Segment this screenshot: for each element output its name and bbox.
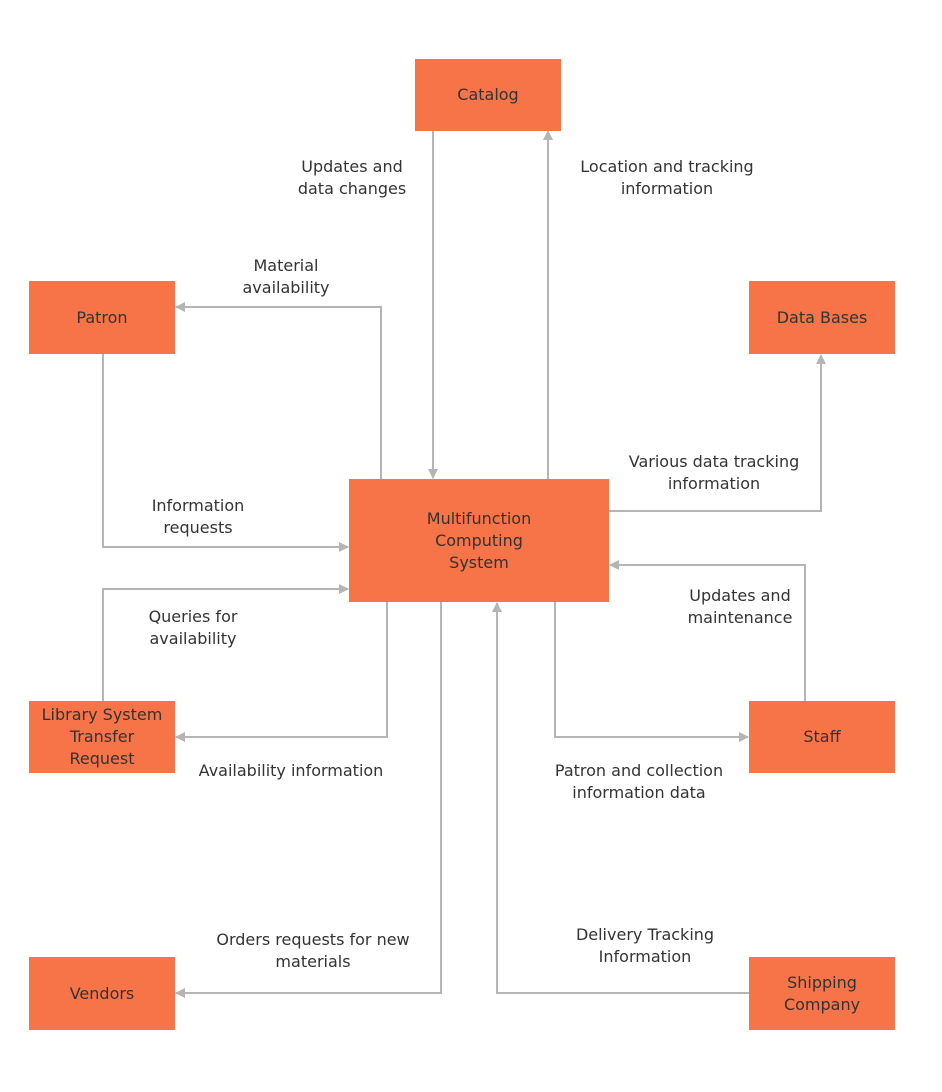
edge-label-updates-maintenance: Updates and maintenance: [687, 586, 793, 627]
edge-label-delivery-tracking: Delivery Tracking Information: [575, 925, 715, 966]
edge-label-updates-data-changes: Updates and data changes: [297, 157, 407, 198]
edge-label-location-tracking: Location and tracking information: [580, 157, 754, 198]
node-central-system[interactable]: Multifunction Computing System: [349, 479, 609, 602]
edge-label-information-requests: Information requests: [151, 496, 245, 537]
node-shipping[interactable]: Shipping Company: [749, 957, 895, 1030]
edge-label-patron-collection-data: Patron and collection information data: [554, 761, 724, 802]
edge-label-material-availability: Material availability: [242, 256, 330, 297]
node-databases[interactable]: Data Bases: [749, 281, 895, 354]
node-catalog[interactable]: Catalog: [415, 59, 561, 131]
node-vendors[interactable]: Vendors: [29, 957, 175, 1030]
edge-label-orders-requests: Orders requests for new materials: [216, 930, 410, 971]
node-staff[interactable]: Staff: [749, 701, 895, 773]
edge-label-various-data-tracking: Various data tracking information: [628, 452, 800, 493]
node-patron[interactable]: Patron: [29, 281, 175, 354]
edge-label-queries-availability: Queries for availability: [148, 607, 238, 648]
node-library-transfer[interactable]: Library System Transfer Request: [29, 701, 175, 773]
edge-central-to-patron: [175, 302, 382, 479]
edge-label-availability-information: Availability information: [198, 761, 384, 780]
